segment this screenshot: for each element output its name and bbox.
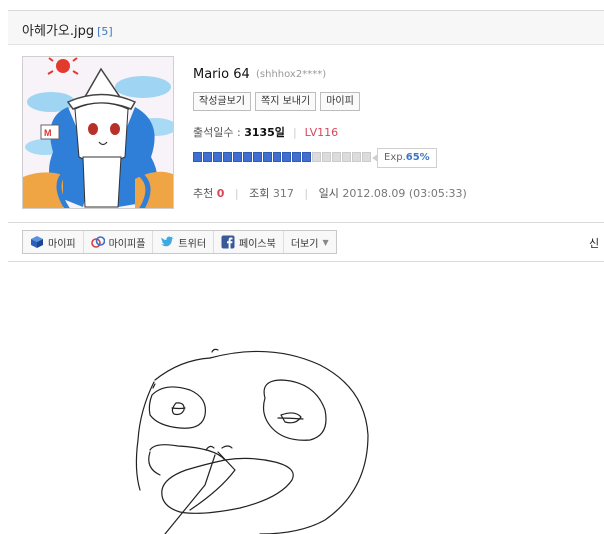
mypi-button[interactable]: 마이피 [320,92,360,111]
exp-segment [222,152,232,162]
exp-segment [193,152,202,162]
share-mypeople-label: 마이피플 [108,238,146,250]
author-nickname[interactable]: Mario 64 [193,67,250,82]
share-mypeople-button[interactable]: 마이피플 [84,231,154,253]
exp-segment [302,152,312,162]
cube-icon [31,236,43,248]
post-title-bar: 아헤가오.jpg [5] [8,11,604,45]
exp-segment [312,152,322,162]
post-stats: 추천 0 | 조회 317 | 일시 2012.08.09 (03:05:33) [193,185,467,201]
user-avatar[interactable]: M [22,56,174,209]
level-badge: LV116 [304,126,339,139]
content-divider [8,261,604,262]
exp-segment [292,152,302,162]
separator: | [304,187,309,200]
attendance-label: 출석일수 : [193,126,245,139]
post-body-drawing [135,348,369,534]
exp-label: Exp. [384,152,406,163]
svg-text:M: M [44,128,52,138]
post-title-text[interactable]: 아헤가오.jpg [22,24,94,39]
view-posts-button[interactable]: 작성글보기 [193,92,251,111]
share-mypi-button[interactable]: 마이피 [23,231,84,253]
profile-action-buttons: 작성글보기 쪽지 보내기 마이피 [193,92,360,111]
comment-count[interactable]: [5] [97,25,113,38]
author-user-id: (shhhox2****) [256,69,327,80]
exp-segment [262,152,272,162]
recommend-count: 0 [216,187,225,200]
mypeople-icon [90,236,105,248]
exp-segment [242,152,252,162]
share-twitter-button[interactable]: 트위터 [153,231,215,253]
exp-segment [361,152,371,162]
share-more-button[interactable]: 더보기 ▼ [284,231,336,253]
exp-progress-bar [193,152,371,162]
exp-segment [252,152,262,162]
exp-segment [282,152,292,162]
exp-segment [342,152,351,162]
separator: | [234,187,239,200]
attendance-value: 3135일 [244,126,285,139]
post-date: 2012.08.09 (03:05:33) [342,187,467,200]
exp-segment [272,152,282,162]
share-mypi-label: 마이피 [48,238,76,250]
exp-segment [332,152,342,162]
share-facebook-label: 페이스북 [239,238,276,250]
avatar-image: M [23,57,173,208]
profile-divider [8,222,604,223]
share-toolbar: 마이피 마이피플 트위터 페이스북 더보기 ▼ [22,230,337,254]
exp-segment [212,152,222,162]
exp-value: 65% [405,152,430,163]
separator: | [292,126,297,139]
views-label: 조회 [249,187,270,200]
twitter-bird-icon [161,236,174,247]
exp-segment [322,152,332,162]
views-count: 317 [272,187,294,200]
share-twitter-label: 트위터 [178,238,207,250]
date-label: 일시 [318,187,339,200]
send-message-button[interactable]: 쪽지 보내기 [255,92,317,111]
exp-indicator: Exp.65% [372,148,437,168]
caret-down-icon: ▼ [322,237,329,247]
facebook-icon [221,235,235,249]
exp-segment [232,152,242,162]
share-more-label: 더보기 [290,238,319,250]
recommend-label: 추천 [193,187,214,200]
post-title: 아헤가오.jpg [5] [22,20,113,39]
attendance-row: 출석일수 : 3135일 | LV116 [193,124,338,140]
report-link[interactable]: 신 [589,235,599,251]
share-facebook-button[interactable]: 페이스북 [214,231,284,253]
exp-segment [352,152,361,162]
exp-segment [202,152,212,162]
